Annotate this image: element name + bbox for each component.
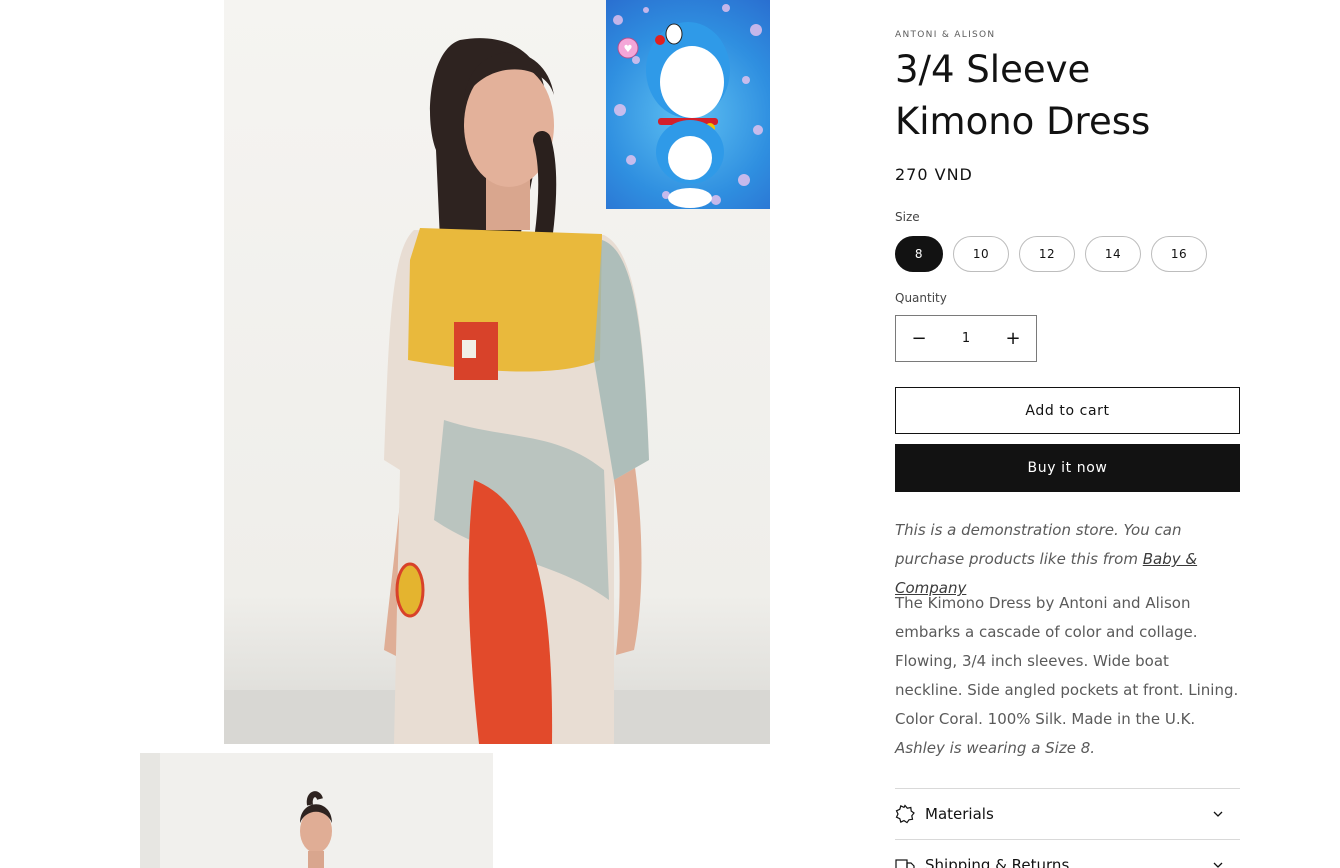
quantity-input[interactable] <box>942 316 990 361</box>
accordion-shipping-returns[interactable]: Shipping & Returns <box>895 839 1240 868</box>
quantity-increase-button[interactable]: + <box>990 316 1036 361</box>
size-option-10[interactable]: 10 <box>953 236 1009 272</box>
quantity-label: Quantity <box>895 291 947 305</box>
accordion-shipping-label: Shipping & Returns <box>925 856 1070 868</box>
accordion-materials-label: Materials <box>925 805 994 823</box>
model-photo-thumbnail <box>140 753 493 868</box>
size-option-14[interactable]: 14 <box>1085 236 1141 272</box>
product-thumbnail-image[interactable] <box>140 753 493 868</box>
doraemon-sticker-image: ♥ <box>606 0 770 209</box>
doraemon-illustration: ♥ <box>613 4 763 208</box>
description-text: The Kimono Dress by Antoni and Alison em… <box>895 594 1239 728</box>
product-price: 270 VND <box>895 165 973 184</box>
buy-now-button[interactable]: Buy it now <box>895 444 1240 492</box>
size-selector: 8 10 12 14 16 <box>895 236 1207 272</box>
chevron-down-icon <box>1212 859 1224 868</box>
truck-icon <box>895 855 915 868</box>
product-title: 3/4 Sleeve Kimono Dress <box>895 48 1151 143</box>
accordion-materials[interactable]: Materials <box>895 788 1240 839</box>
chevron-down-icon <box>1212 808 1224 820</box>
quantity-stepper: − + <box>895 315 1037 362</box>
size-option-12[interactable]: 12 <box>1019 236 1075 272</box>
description-size-note: Ashley is wearing a Size 8. <box>895 739 1096 757</box>
fabric-icon <box>895 804 915 824</box>
add-to-cart-button[interactable]: Add to cart <box>895 387 1240 434</box>
demo-note-text: This is a demonstration store. You can p… <box>895 521 1182 568</box>
product-vendor: ANTONI & ALISON <box>895 30 996 40</box>
product-description: The Kimono Dress by Antoni and Alison em… <box>895 589 1240 763</box>
quantity-decrease-button[interactable]: − <box>896 316 942 361</box>
size-option-8[interactable]: 8 <box>895 236 943 272</box>
size-option-16[interactable]: 16 <box>1151 236 1207 272</box>
svg-text:♥: ♥ <box>624 44 633 55</box>
size-label: Size <box>895 210 920 224</box>
